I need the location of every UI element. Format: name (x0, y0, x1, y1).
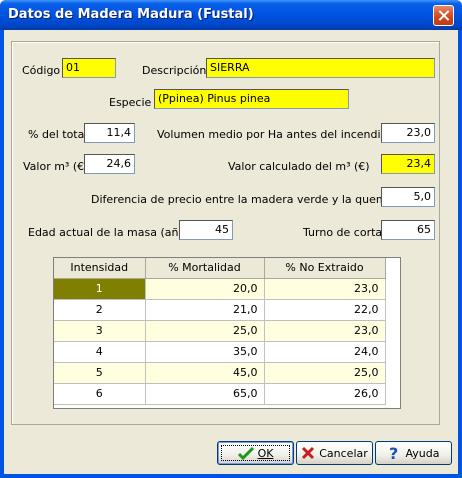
table-row[interactable]: 6 65,0 26,0 (54, 383, 386, 405)
table-row[interactable]: 5 45,0 25,0 (54, 362, 386, 384)
grid-cell-mortalidad[interactable]: 25,0 (145, 320, 265, 342)
table-row[interactable]: 2 21,0 22,0 (54, 299, 386, 321)
help-button[interactable]: ? Ayuda (375, 441, 452, 465)
ok-button[interactable]: OK (217, 441, 294, 465)
title-bar[interactable]: Datos de Madera Madura (Fustal) (0, 0, 462, 30)
table-row[interactable]: 3 25,0 23,0 (54, 320, 386, 342)
question-mark-icon: ? (388, 445, 402, 461)
grid-cell-no-extraido[interactable]: 22,0 (264, 299, 386, 321)
valor-m3-label: Valor m³ (€) (23, 160, 89, 173)
edad-field[interactable]: 45 (179, 220, 233, 240)
grid-cell-intensidad[interactable]: 6 (54, 383, 146, 405)
grid-header-row: Intensidad % Mortalidad % No Extraido (54, 258, 386, 279)
dialog-window: Datos de Madera Madura (Fustal) Código 0… (0, 0, 462, 478)
descripcion-field[interactable]: SIERRA (206, 58, 435, 78)
grid-header-intensidad[interactable]: Intensidad (54, 258, 146, 279)
table-row[interactable]: 4 35,0 24,0 (54, 341, 386, 363)
grid-cell-intensidad[interactable]: 4 (54, 341, 146, 363)
intensity-grid[interactable]: Intensidad % Mortalidad % No Extraido 1 … (53, 257, 401, 409)
red-x-icon (301, 446, 315, 460)
grid-cell-mortalidad[interactable]: 65,0 (145, 383, 265, 405)
grid-cell-no-extraido[interactable]: 26,0 (264, 383, 386, 405)
valor-calculado-label: Valor calculado del m³ (€) (228, 160, 370, 173)
turno-field[interactable]: 65 (381, 220, 435, 240)
grid-cell-intensidad[interactable]: 3 (54, 320, 146, 342)
grid-cell-no-extraido[interactable]: 25,0 (264, 362, 386, 384)
grid-cell-no-extraido[interactable]: 23,0 (264, 278, 386, 300)
diferencia-label: Diferencia de precio entre la madera ver… (91, 193, 427, 206)
table-row[interactable]: 1 20,0 23,0 (54, 278, 386, 300)
especie-label: Especie (109, 96, 152, 109)
ok-button-label: OK (257, 446, 274, 460)
grid-cell-intensidad[interactable]: 1 (54, 278, 146, 300)
grid-cell-mortalidad[interactable]: 20,0 (145, 278, 265, 300)
grid-cell-mortalidad[interactable]: 35,0 (145, 341, 265, 363)
pct-total-field[interactable]: 11,4 (84, 123, 135, 143)
grid-header-no-extraido[interactable]: % No Extraido (264, 258, 386, 279)
codigo-field[interactable]: 01 (62, 58, 116, 78)
grid-cell-no-extraido[interactable]: 24,0 (264, 341, 386, 363)
checkmark-icon (237, 446, 254, 460)
grid-cell-no-extraido[interactable]: 23,0 (264, 320, 386, 342)
help-button-label: Ayuda (405, 446, 440, 460)
valor-calculado-field[interactable]: 23,4 (381, 154, 435, 174)
cancel-button-label: Cancelar (319, 446, 368, 460)
grid-cell-intensidad[interactable]: 2 (54, 299, 146, 321)
especie-field[interactable]: (Ppinea) Pinus pinea (154, 89, 349, 109)
volumen-field[interactable]: 23,0 (381, 123, 435, 143)
codigo-label: Código (22, 64, 61, 77)
grid-header-mortalidad[interactable]: % Mortalidad (145, 258, 265, 279)
grid-cell-intensidad[interactable]: 5 (54, 362, 146, 384)
close-button[interactable] (433, 5, 454, 26)
grid-cell-mortalidad[interactable]: 45,0 (145, 362, 265, 384)
volumen-label: Volumen medio por Ha antes del incendio … (157, 128, 415, 141)
pct-total-label: % del total (28, 128, 88, 141)
focus-rect (221, 445, 290, 461)
turno-label: Turno de corta (303, 226, 383, 239)
grid-cell-mortalidad[interactable]: 21,0 (145, 299, 265, 321)
edad-label: Edad actual de la masa (años) (28, 226, 196, 239)
diferencia-field[interactable]: 5,0 (381, 187, 435, 207)
descripcion-label: Descripción (142, 64, 207, 77)
window-title: Datos de Madera Madura (Fustal) (8, 7, 254, 22)
valor-m3-field[interactable]: 24,6 (84, 154, 135, 174)
cancel-button[interactable]: Cancelar (296, 441, 373, 465)
svg-text:?: ? (389, 445, 398, 461)
